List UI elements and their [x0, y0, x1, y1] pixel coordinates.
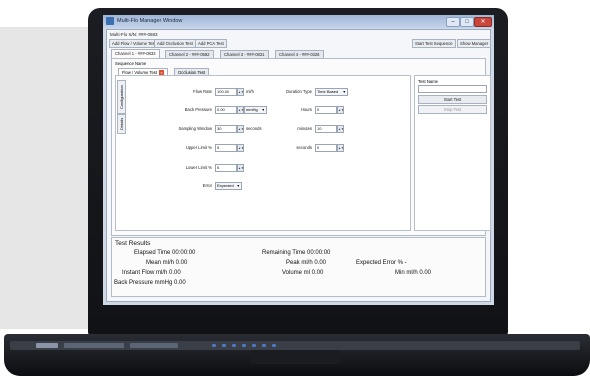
add-pca-test-button[interactable]: Add PCA Test: [195, 39, 227, 48]
hours-input[interactable]: 0: [315, 106, 337, 114]
window-title: Multi-Flo Manager Window: [117, 18, 183, 24]
remaining-time: Remaining Time 00:00:00: [262, 250, 331, 256]
test-control-panel: Test Name Start Test Stop Test: [414, 75, 491, 231]
lower-limit-stepper[interactable]: ▲▼: [237, 164, 244, 172]
error-select[interactable]: Expected ▼: [215, 182, 242, 190]
test-name-input[interactable]: [418, 85, 487, 93]
upper-limit-label: Upper Limit %: [185, 145, 212, 150]
led-indicator: [242, 344, 246, 347]
test-name-label: Test Name: [418, 79, 439, 84]
flow-rate-label: Flow Rate: [193, 89, 212, 94]
duration-type-label: Duration Type: [286, 89, 312, 94]
led-indicator: [252, 344, 256, 347]
led-indicator: [272, 344, 276, 347]
led-indicator: [262, 344, 266, 347]
configuration-form: Configuration Details Flow Rate 100.00 ▲…: [115, 75, 411, 231]
minutes-label: minutes: [297, 126, 312, 131]
serial-number-label: Multi-Flo S/N: ###-0683: [110, 32, 158, 37]
start-test-button[interactable]: Start Test: [418, 95, 487, 104]
minimize-button[interactable]: –: [446, 17, 460, 27]
test-results-panel: Test Results Elapsed Time 00:00:00 Remai…: [111, 237, 486, 297]
hours-stepper[interactable]: ▲▼: [337, 106, 344, 114]
upper-limit-input[interactable]: 5: [215, 144, 237, 152]
show-manager-button[interactable]: Show Manager: [457, 39, 492, 48]
led-indicator: [222, 344, 226, 347]
add-occlusion-test-button[interactable]: Add Occlusion Test: [154, 39, 196, 48]
status-indicator: [64, 343, 124, 348]
tab-configuration[interactable]: Configuration: [117, 80, 126, 114]
flow-rate-stepper[interactable]: ▲▼: [237, 88, 244, 96]
error-label: Error: [202, 183, 212, 188]
pressure-unit-select[interactable]: mmHg ▼: [244, 106, 267, 114]
flow-rate-unit: ml/h: [246, 89, 254, 94]
status-indicator: [130, 343, 178, 348]
seconds-input[interactable]: 0: [315, 144, 337, 152]
window-titlebar: Multi-Flo Manager Window – □ ✕: [103, 15, 494, 28]
status-indicator: [36, 343, 58, 348]
volume: Volume ml 0.00: [282, 270, 324, 276]
laptop-hinge: [250, 350, 340, 364]
mean-flow: Mean ml/h 0.00: [146, 260, 188, 266]
add-flow-volume-test-button[interactable]: Add Flow / Volume Test: [109, 39, 159, 48]
sampling-window-stepper[interactable]: ▲▼: [237, 125, 244, 133]
flow-rate-input[interactable]: 100.00: [215, 88, 237, 96]
minutes-input[interactable]: 10: [315, 125, 337, 133]
instant-flow: Instant Flow ml/h 0.00: [122, 270, 181, 276]
stop-test-button[interactable]: Stop Test: [418, 105, 487, 114]
app-icon: [106, 17, 114, 25]
channel-panel: Sequence Name Flow / Volume Test × Occlus…: [111, 58, 491, 236]
led-indicator: [212, 344, 216, 347]
sampling-window-unit: seconds: [246, 126, 262, 131]
duration-type-select[interactable]: Time Based ▼: [315, 88, 348, 96]
laptop-screen: Multi-Flo Manager Window – □ ✕ Multi-Flo…: [103, 15, 494, 305]
window-content: Multi-Flo S/N: ###-0683 Add Flow / Volum…: [106, 29, 492, 302]
seconds-stepper[interactable]: ▲▼: [337, 144, 344, 152]
upper-limit-stepper[interactable]: ▲▼: [237, 144, 244, 152]
elapsed-time: Elapsed Time 00:00:00: [134, 250, 196, 256]
sampling-window-label: Sampling Window: [178, 126, 212, 131]
maximize-button[interactable]: □: [460, 17, 474, 27]
test-results-title: Test Results: [115, 240, 151, 247]
back-pressure-input[interactable]: 0.00: [215, 106, 237, 114]
pressure-unit-value: mmHg: [246, 107, 258, 112]
chevron-down-icon: ▼: [342, 90, 346, 94]
chevron-down-icon: ▼: [236, 184, 240, 188]
sampling-window-input[interactable]: 30: [215, 125, 237, 133]
seconds-label: seconds: [296, 145, 312, 150]
back-pressure-stepper[interactable]: ▲▼: [237, 106, 244, 114]
lower-limit-label: Lower Limit %: [185, 165, 212, 170]
lower-limit-input[interactable]: 5: [215, 164, 237, 172]
chevron-down-icon: ▼: [261, 108, 265, 112]
led-indicator: [232, 344, 236, 347]
error-value: Expected: [217, 183, 234, 188]
expected-error: Expected Error % -: [356, 260, 407, 266]
back-pressure-result: Back Pressure mmHg 0.00: [114, 280, 186, 286]
duration-type-value: Time Based: [317, 89, 339, 94]
back-pressure-label: Back Pressure: [184, 107, 212, 112]
peak-flow: Peak ml/h 0.00: [286, 260, 327, 266]
min-flow: Min ml/h 0.00: [395, 270, 432, 276]
minutes-stepper[interactable]: ▲▼: [337, 125, 344, 133]
tab-details[interactable]: Details: [117, 114, 126, 134]
hours-label: Hours: [300, 107, 312, 112]
close-button[interactable]: ✕: [474, 17, 492, 27]
start-test-sequence-button[interactable]: Start Test Sequence: [412, 39, 456, 48]
sequence-name-label: Sequence Name: [115, 61, 147, 66]
